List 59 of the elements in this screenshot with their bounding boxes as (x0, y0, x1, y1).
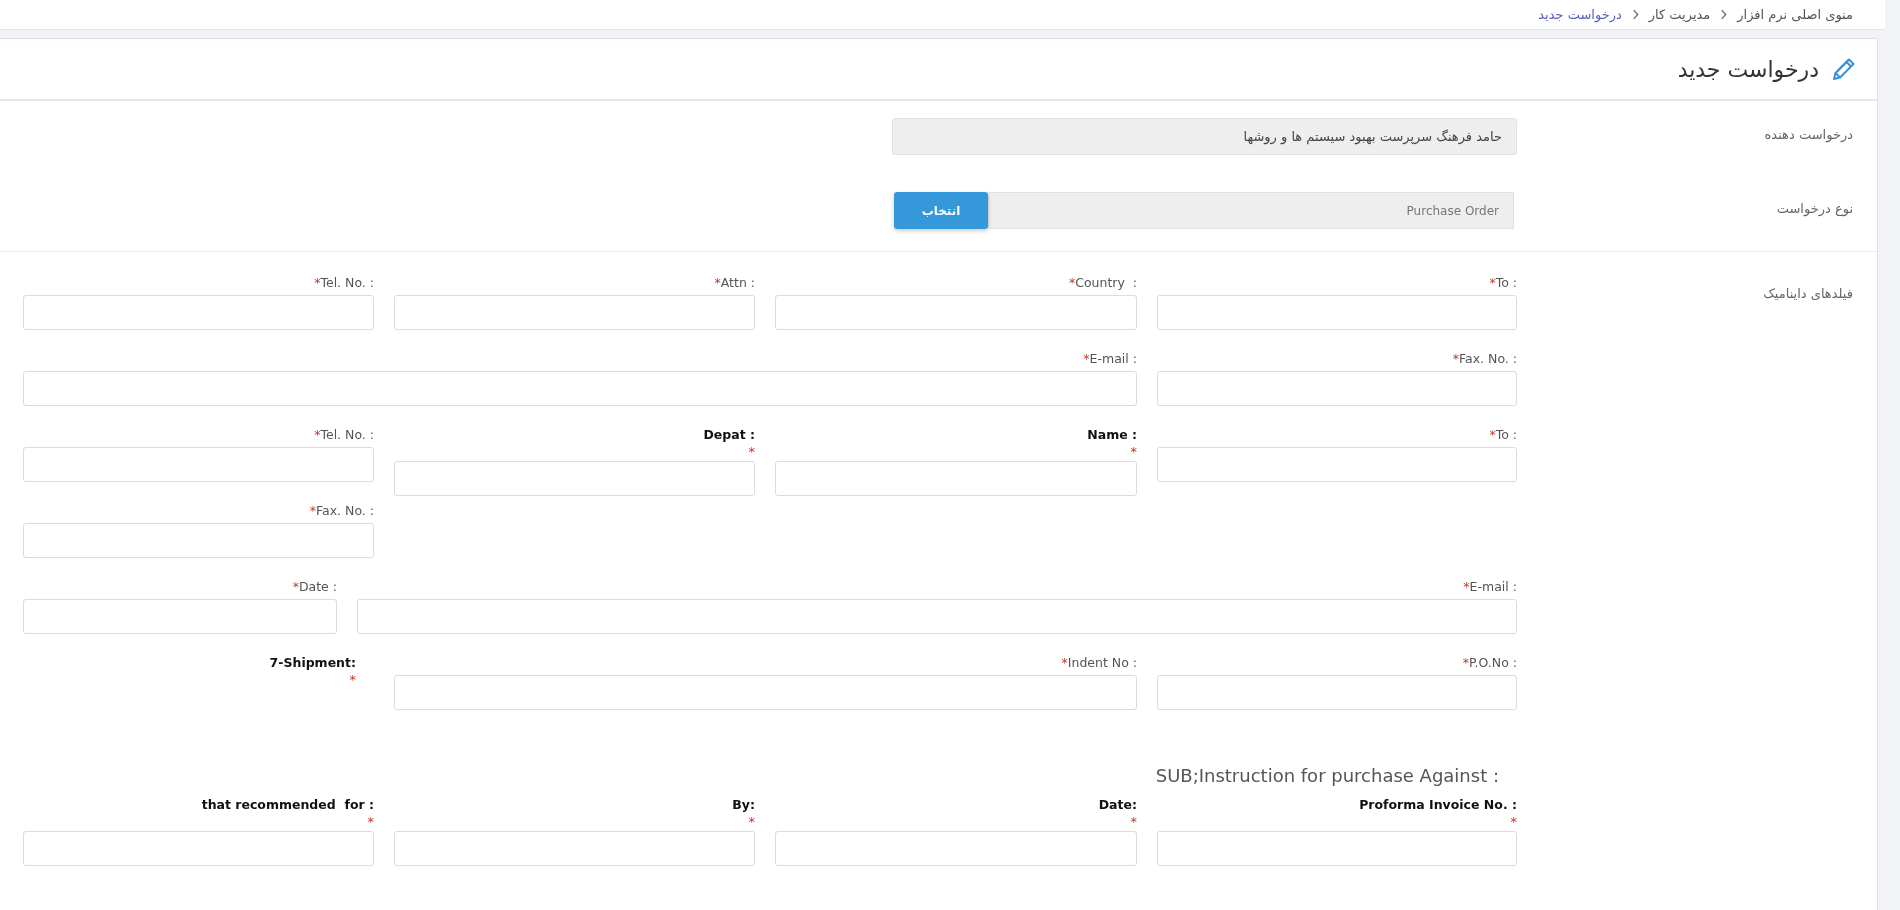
text-field[interactable] (23, 371, 1137, 406)
breadcrumb-link[interactable]: منوی اصلی نرم افزار (1737, 7, 1853, 22)
field-label: *To : (1488, 274, 1517, 291)
text-field[interactable] (775, 295, 1137, 330)
field-label: 7-Shipment: (268, 654, 357, 671)
field-label: *P.O.No : (1461, 654, 1517, 671)
field-label: *Date : (291, 578, 337, 595)
required-mark: * (747, 443, 755, 461)
section-label: فیلدهای داینامیک (1762, 285, 1854, 301)
field-label: *Indent No : (1060, 654, 1137, 671)
text-field[interactable] (1157, 831, 1517, 866)
request-type-field[interactable]: Purchase Order (988, 192, 1514, 229)
breadcrumb-link[interactable]: مدیریت کار (1648, 7, 1711, 22)
field-label: *Attn : (713, 274, 755, 291)
text-field[interactable] (1157, 371, 1517, 406)
text-field[interactable] (1157, 295, 1517, 330)
field-label: Proforma Invoice No. : (1358, 796, 1517, 813)
text-field[interactable] (23, 599, 337, 634)
pencil-icon (1831, 56, 1857, 82)
section-heading: SUB;Instruction for purchase Against : (1154, 765, 1499, 786)
field-label: *E-mail : (1082, 350, 1137, 367)
field-label: Date: (1097, 796, 1137, 813)
field-label: نوع درخواست (1775, 200, 1854, 216)
field-label: *Fax. No. : (308, 502, 374, 519)
text-field[interactable] (394, 675, 1137, 710)
text-field[interactable] (394, 295, 755, 330)
text-field[interactable] (1157, 675, 1517, 710)
required-mark: * (348, 671, 357, 689)
required-mark: * (1129, 443, 1137, 461)
text-field[interactable] (394, 461, 755, 496)
text-field[interactable] (775, 461, 1137, 496)
text-field[interactable] (23, 447, 374, 482)
field-label: Name : (1086, 426, 1137, 443)
text-field[interactable] (23, 831, 374, 866)
text-field[interactable] (1157, 447, 1517, 482)
requester-field[interactable]: حامد فرهنگ سرپرست بهبود سیستم ها و روشها (892, 118, 1517, 155)
field-label: By: (731, 796, 755, 813)
field-label: درخواست دهنده (1763, 126, 1854, 142)
required-mark: * (366, 813, 374, 831)
chevron-icon (1720, 9, 1728, 20)
text-field[interactable] (23, 523, 374, 558)
text-field[interactable] (23, 295, 374, 330)
field-label: *Tel. No. : (313, 426, 374, 443)
field-label: *Tel. No. : (313, 274, 374, 291)
field-label: *Fax. No. : (1451, 350, 1517, 367)
breadcrumb-link[interactable]: درخواست جدید (1538, 7, 1622, 22)
required-mark: * (747, 813, 755, 831)
required-mark: * (1129, 813, 1137, 831)
field-label: *Country : (1067, 274, 1137, 291)
text-field[interactable] (394, 831, 755, 866)
field-label: that recommended for : (200, 796, 374, 813)
chevron-icon (1631, 9, 1639, 20)
text-field[interactable] (357, 599, 1517, 634)
field-label: *To : (1488, 426, 1517, 443)
page-title: درخواست جدید (1677, 56, 1819, 82)
field-label: Depat : (702, 426, 755, 443)
required-mark: * (1509, 813, 1517, 831)
field-label: *E-mail : (1462, 578, 1517, 595)
text-field[interactable] (775, 831, 1137, 866)
